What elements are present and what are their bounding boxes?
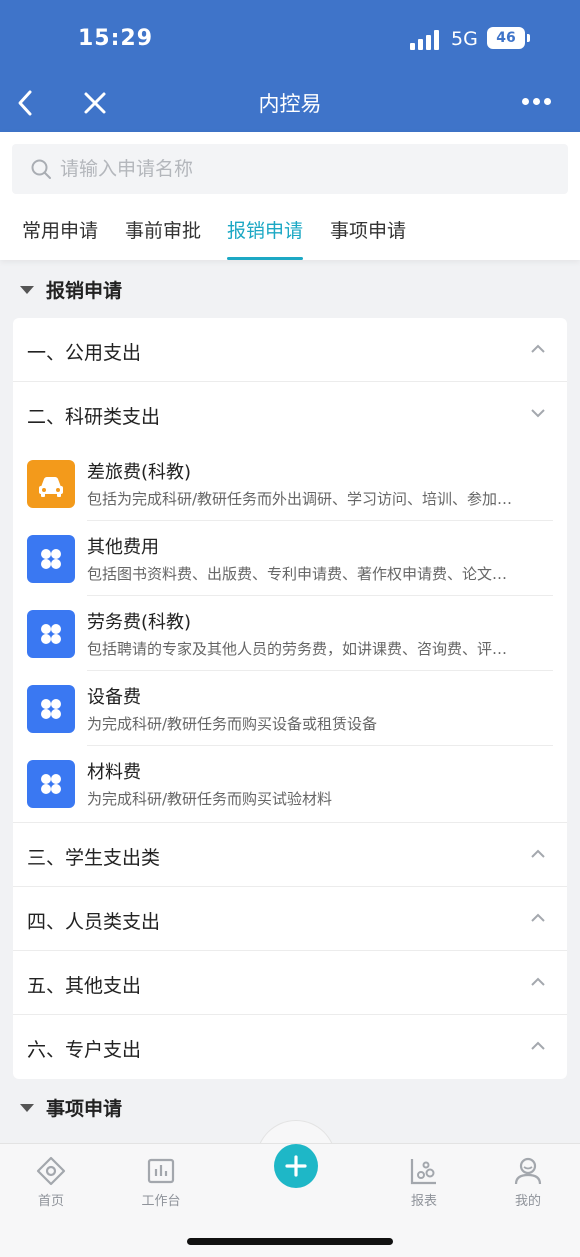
header: 15:29 5G 46 内控易 <box>0 0 580 132</box>
item-title: 差旅费(科教) <box>87 462 192 483</box>
add-button[interactable] <box>274 1144 318 1188</box>
section-header-matters[interactable]: 事项申请 <box>20 1094 122 1121</box>
grid-icon <box>27 685 75 733</box>
nav-bar: 内控易 <box>0 80 580 132</box>
item-title: 设备费 <box>87 687 141 708</box>
list-item-other-fees[interactable]: 其他费用 包括图书资料费、出版费、专利申请费、著作权申请费、论文… <box>13 521 567 596</box>
category-label: 一、公用支出 <box>27 342 142 364</box>
category-label: 六、专户支出 <box>27 1039 142 1061</box>
section-title: 报销申请 <box>46 280 123 302</box>
search-box[interactable] <box>12 144 568 194</box>
battery-icon: 46 <box>487 27 530 49</box>
home-indicator <box>187 1238 393 1245</box>
item-description: 包括聘请的专家及其他人员的劳务费，如讲课费、咨询费、评… <box>87 640 508 658</box>
tab-label: 常用申请 <box>22 220 99 242</box>
nav-reports[interactable]: 报表 <box>389 1156 459 1209</box>
user-icon <box>514 1157 542 1185</box>
chevron-down-icon <box>531 409 545 418</box>
nav-workbench[interactable]: 工作台 <box>126 1156 196 1209</box>
nav-label: 工作台 <box>141 1194 181 1209</box>
tab-pre-approval[interactable]: 事前审批 <box>125 216 201 260</box>
item-title: 劳务费(科教) <box>87 612 192 633</box>
category-personnel[interactable]: 四、人员类支出 <box>13 887 567 951</box>
category-public[interactable]: 一、公用支出 <box>13 318 567 382</box>
grid-icon <box>27 535 75 583</box>
caret-down-icon <box>20 1103 34 1112</box>
section-header-reimbursement[interactable]: 报销申请 <box>20 276 122 303</box>
plus-icon <box>285 1155 307 1177</box>
category-label: 二、科研类支出 <box>27 406 161 428</box>
tab-label: 事项申请 <box>330 220 407 242</box>
caret-down-icon <box>20 285 34 294</box>
tab-label: 事前审批 <box>125 220 202 242</box>
item-title: 材料费 <box>87 762 141 783</box>
chevron-up-icon <box>531 977 545 986</box>
section-title: 事项申请 <box>46 1098 123 1120</box>
status-bar: 15:29 5G 46 <box>0 0 580 80</box>
nav-home[interactable]: 首页 <box>16 1156 86 1209</box>
tab-bar: 常用申请 事前审批 报销申请 事项申请 <box>0 204 580 260</box>
tab-reimbursement[interactable]: 报销申请 <box>227 216 304 260</box>
item-description: 包括为完成科研/教研任务而外出调研、学习访问、培训、参加… <box>87 490 513 508</box>
nav-label: 我的 <box>514 1194 541 1209</box>
reports-icon <box>410 1159 436 1185</box>
category-research[interactable]: 二、科研类支出 <box>13 382 567 446</box>
search-icon <box>31 159 51 179</box>
grid-icon <box>27 760 75 808</box>
category-card: 一、公用支出 二、科研类支出 差旅费(科教) 包括为完成科研/教研任务而外出调研… <box>13 318 567 1079</box>
status-time: 15:29 <box>78 26 154 51</box>
chevron-up-icon <box>531 849 545 858</box>
chevron-up-icon <box>531 1041 545 1050</box>
list-item-materials[interactable]: 材料费 为完成科研/教研任务而购买试验材料 <box>13 746 567 823</box>
chevron-up-icon <box>531 913 545 922</box>
list-item-labor[interactable]: 劳务费(科教) 包括聘请的专家及其他人员的劳务费，如讲课费、咨询费、评… <box>13 596 567 671</box>
item-title: 其他费用 <box>87 537 159 558</box>
tab-label: 报销申请 <box>227 220 304 242</box>
item-description: 包括图书资料费、出版费、专利申请费、著作权申请费、论文… <box>87 565 508 583</box>
home-icon <box>36 1156 66 1186</box>
grid-icon <box>27 610 75 658</box>
tab-matters[interactable]: 事项申请 <box>330 216 406 260</box>
list-item-travel[interactable]: 差旅费(科教) 包括为完成科研/教研任务而外出调研、学习访问、培训、参加… <box>13 446 567 521</box>
category-students[interactable]: 三、学生支出类 <box>13 823 567 887</box>
network-label: 5G <box>451 28 478 50</box>
category-label: 三、学生支出类 <box>27 847 161 869</box>
category-special-account[interactable]: 六、专户支出 <box>13 1015 567 1079</box>
nav-mine[interactable]: 我的 <box>493 1156 563 1209</box>
page-title: 内控易 <box>258 92 322 116</box>
category-label: 四、人员类支出 <box>27 911 161 933</box>
nav-label: 首页 <box>37 1194 64 1209</box>
nav-label: 报表 <box>410 1194 437 1209</box>
category-label: 五、其他支出 <box>27 975 142 997</box>
more-icon[interactable] <box>518 98 554 108</box>
search-area: 常用申请 事前审批 报销申请 事项申请 <box>0 132 580 260</box>
workbench-icon <box>147 1158 175 1184</box>
item-description: 为完成科研/教研任务而购买试验材料 <box>87 790 333 808</box>
tab-common[interactable]: 常用申请 <box>22 216 98 260</box>
item-description: 为完成科研/教研任务而购买设备或租赁设备 <box>87 715 378 733</box>
search-input[interactable] <box>60 152 540 186</box>
tab-active-indicator <box>227 257 304 260</box>
category-other[interactable]: 五、其他支出 <box>13 951 567 1015</box>
list-item-equipment[interactable]: 设备费 为完成科研/教研任务而购买设备或租赁设备 <box>13 671 567 746</box>
car-icon <box>27 460 75 508</box>
signal-icon <box>410 30 440 50</box>
chevron-up-icon <box>531 344 545 353</box>
research-item-list: 差旅费(科教) 包括为完成科研/教研任务而外出调研、学习访问、培训、参加… 其他… <box>13 446 567 823</box>
